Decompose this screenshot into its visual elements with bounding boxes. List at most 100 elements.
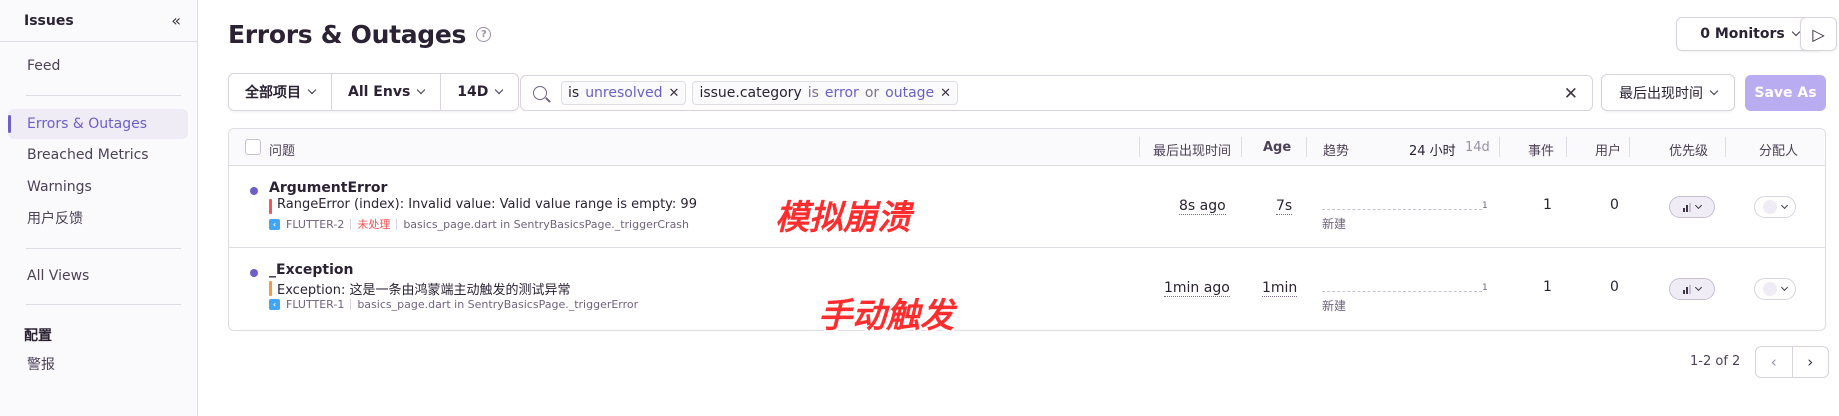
priority-dropdown[interactable] xyxy=(1669,278,1715,300)
sidebar-section-config: 配置 xyxy=(24,328,52,344)
issue-meta: ‹ FLUTTER-1 basics_page.dart in SentryBa… xyxy=(269,298,638,311)
issue-culprit: basics_page.dart in SentryBasicsPage._tr… xyxy=(403,217,690,231)
sidebar: Issues « Feed Errors & Outages Breached … xyxy=(0,0,198,416)
pagination: ‹ › xyxy=(1755,346,1829,378)
token-remove-icon[interactable]: ✕ xyxy=(669,86,680,101)
sidebar-item-errors-outages[interactable]: Errors & Outages xyxy=(8,109,188,139)
project-filter[interactable]: 全部项目 xyxy=(229,74,332,110)
header-divider xyxy=(1241,137,1242,157)
chevron-down-icon xyxy=(1709,86,1719,95)
search-token[interactable]: issue.category is error or outage ✕ xyxy=(692,81,959,105)
sort-dropdown[interactable]: 最后出现时间 xyxy=(1601,74,1735,111)
token-value: unresolved xyxy=(585,85,663,101)
header-users[interactable]: 用户 xyxy=(1595,140,1621,159)
header-divider xyxy=(1499,137,1500,157)
search-token[interactable]: is unresolved ✕ xyxy=(561,81,687,105)
header-divider xyxy=(1566,137,1567,157)
issue-meta: ‹ FLUTTER-2 未处理 basics_page.dart in Sent… xyxy=(269,216,689,232)
trend-period-24h[interactable]: 24 小时 xyxy=(1409,140,1456,159)
chevron-down-icon xyxy=(1791,27,1800,37)
header-issue: 问题 xyxy=(269,144,296,159)
chevron-down-icon xyxy=(1780,201,1789,210)
chevron-down-icon xyxy=(1780,283,1789,292)
header-last-seen[interactable]: 最后出现时间 xyxy=(1153,140,1231,159)
sidebar-item-breached-metrics[interactable]: Breached Metrics xyxy=(8,140,188,170)
flutter-icon: ‹ xyxy=(269,218,280,230)
chevron-down-icon xyxy=(307,85,317,95)
env-filter[interactable]: All Envs xyxy=(332,74,442,110)
annotation-manual: 手动触发 xyxy=(818,296,954,336)
collapse-sidebar-icon[interactable]: « xyxy=(171,11,181,30)
annotation-crash: 模拟崩溃 xyxy=(775,198,911,238)
header-events[interactable]: 事件 xyxy=(1528,140,1554,159)
trend-max: 1 xyxy=(1482,283,1488,293)
token-key: issue.category xyxy=(699,85,802,101)
unhandled-badge: 未处理 xyxy=(357,218,391,231)
sidebar-item-feed[interactable]: Feed xyxy=(8,51,188,81)
header-age[interactable]: Age xyxy=(1263,140,1291,155)
sidebar-title: Issues xyxy=(24,12,74,29)
events-count: 1 xyxy=(1543,197,1552,213)
sidebar-item-all-views[interactable]: All Views xyxy=(8,261,188,291)
issue-title[interactable]: ArgumentError xyxy=(269,180,387,196)
priority-bars-icon xyxy=(1683,202,1691,212)
table-row[interactable]: _Exception Exception: 这是一条由鸿蒙端主动触发的测试异常 … xyxy=(229,248,1825,330)
unread-dot xyxy=(250,269,258,277)
chevron-down-icon xyxy=(495,85,504,95)
prev-page-button[interactable]: ‹ xyxy=(1756,347,1793,377)
age-value[interactable]: 1min xyxy=(1262,280,1298,297)
users-count: 0 xyxy=(1610,197,1619,213)
trend-max: 1 xyxy=(1482,201,1488,211)
play-button[interactable]: ▷ xyxy=(1800,17,1837,51)
trend-sparkline xyxy=(1322,288,1482,292)
assignee-dropdown[interactable] xyxy=(1754,196,1796,218)
sidebar-item-user-feedback[interactable]: 用户反馈 xyxy=(8,203,188,233)
chevron-down-icon xyxy=(1694,283,1703,292)
header-assignee: 分配人 xyxy=(1759,144,1799,159)
age-value[interactable]: 7s xyxy=(1276,198,1293,215)
assignee-dropdown[interactable] xyxy=(1754,278,1796,300)
sidebar-divider xyxy=(26,304,181,305)
trend-sparkline xyxy=(1322,206,1482,210)
sidebar-header: Issues « xyxy=(0,0,197,42)
page-title: Errors & Outages ? xyxy=(228,20,492,49)
sidebar-divider xyxy=(26,95,181,96)
status-label: 新建 xyxy=(1322,217,1347,231)
header-priority[interactable]: 优先级 xyxy=(1669,140,1708,159)
period-filter[interactable]: 14D xyxy=(441,74,518,110)
select-all-checkbox[interactable] xyxy=(245,139,261,155)
last-seen-value[interactable]: 8s ago xyxy=(1179,198,1226,215)
priority-dropdown[interactable] xyxy=(1669,196,1715,218)
token-value: outage xyxy=(885,85,935,101)
clear-search-icon[interactable]: ✕ xyxy=(1564,84,1578,104)
issue-title[interactable]: _Exception xyxy=(269,262,354,278)
chevron-down-icon xyxy=(417,85,426,95)
issue-short-id[interactable]: FLUTTER-1 xyxy=(286,298,344,311)
header-divider xyxy=(1139,137,1140,157)
help-icon[interactable]: ? xyxy=(476,27,492,42)
header-divider xyxy=(1306,137,1307,157)
trend-period-14d[interactable]: 14d xyxy=(1465,140,1490,155)
status-label: 新建 xyxy=(1322,299,1347,313)
search-bar[interactable]: is unresolved ✕ issue.category is error … xyxy=(520,75,1593,111)
header-trend[interactable]: 趋势 xyxy=(1323,140,1349,159)
table-header: 问题 最后出现时间 Age 趋势 24 小时 14d 事件 用户 优先级 分配人 xyxy=(229,129,1825,166)
token-value: error xyxy=(824,85,859,101)
sidebar-item-alerts[interactable]: 警报 xyxy=(8,349,188,379)
table-row[interactable]: ArgumentError RangeError (index): Invali… xyxy=(229,166,1825,248)
issue-short-id[interactable]: FLUTTER-2 xyxy=(286,218,344,231)
sort-label: 最后出现时间 xyxy=(1619,85,1703,102)
last-seen-value[interactable]: 1min ago xyxy=(1164,280,1230,297)
period-filter-label: 14D xyxy=(457,84,489,100)
issue-culprit: basics_page.dart in SentryBasicsPage._tr… xyxy=(357,298,639,311)
meta-divider xyxy=(350,299,352,310)
env-filter-label: All Envs xyxy=(348,84,411,100)
header-divider xyxy=(1725,137,1726,157)
next-page-button[interactable]: › xyxy=(1793,347,1829,377)
header-divider xyxy=(1629,137,1630,157)
token-remove-icon[interactable]: ✕ xyxy=(940,86,951,101)
pagination-summary: 1-2 of 2 xyxy=(1690,354,1741,369)
sidebar-item-warnings[interactable]: Warnings xyxy=(8,172,188,202)
meta-divider xyxy=(350,218,352,230)
save-as-button[interactable]: Save As xyxy=(1745,75,1826,111)
